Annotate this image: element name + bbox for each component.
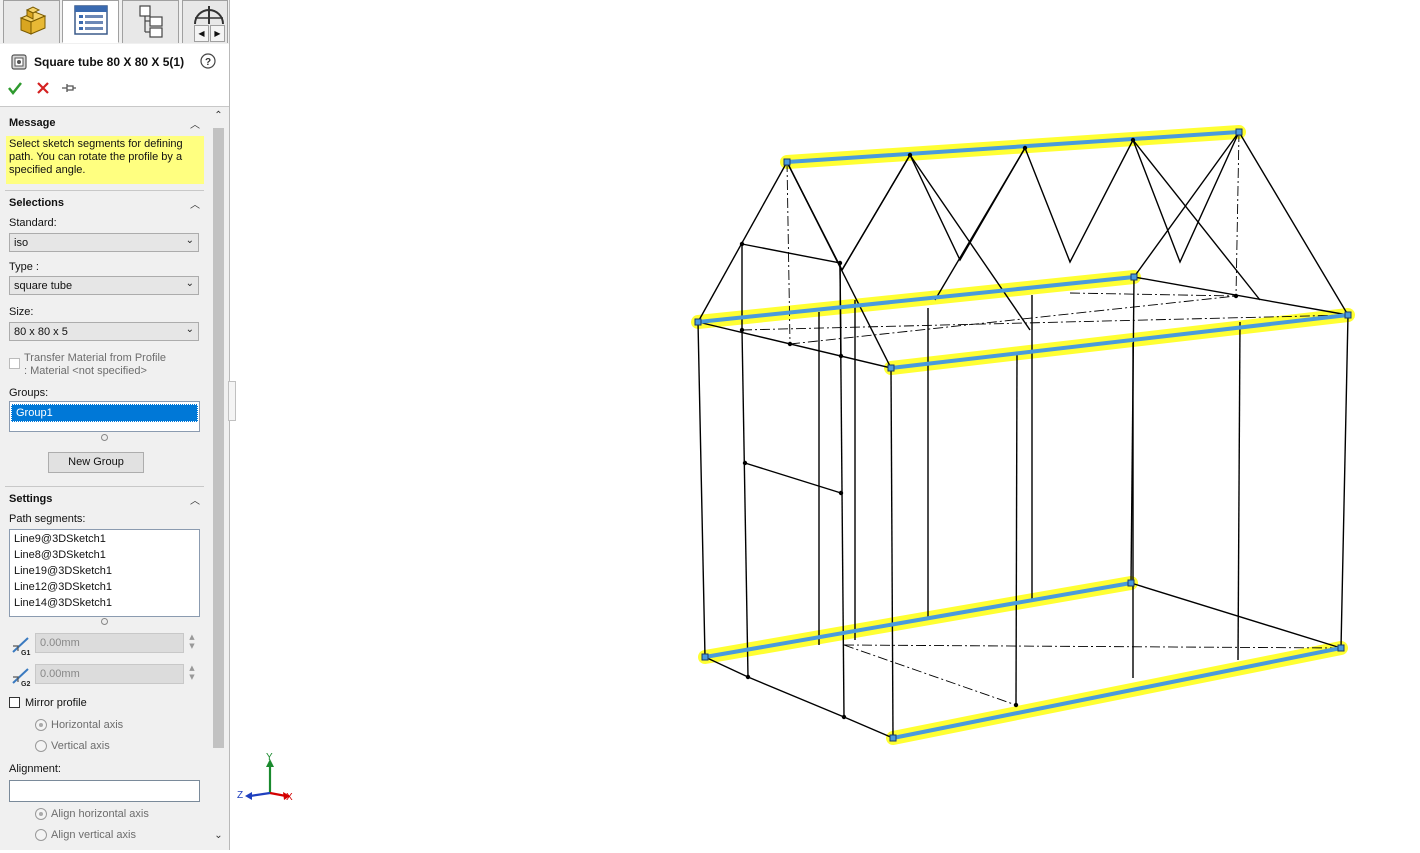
alignment-input[interactable] xyxy=(9,780,200,802)
path-segments-label: Path segments: xyxy=(9,513,86,525)
mirror-profile-checkbox[interactable] xyxy=(9,697,20,708)
align-horizontal-label: Align horizontal axis xyxy=(51,808,149,820)
align-horizontal-radio[interactable] xyxy=(35,808,47,820)
graphics-viewport[interactable]: Y X Z xyxy=(230,0,1420,850)
standard-dropdown[interactable]: iso ⌄ xyxy=(9,233,199,252)
offset-2-input[interactable]: 0.00mm xyxy=(35,664,184,684)
part-icon xyxy=(15,4,49,41)
tab-scroll-left-button[interactable]: ◀ xyxy=(194,25,209,42)
triad-y-label: Y xyxy=(266,752,273,763)
align-vertical-radio[interactable] xyxy=(35,829,47,841)
vertical-axis-label: Vertical axis xyxy=(51,740,110,752)
list-item[interactable]: Line12@3DSketch1 xyxy=(10,579,199,595)
size-dropdown[interactable]: 80 x 80 x 5 ⌄ xyxy=(9,322,199,341)
triad-x-label: X xyxy=(286,792,293,803)
listbox-resize-handle[interactable] xyxy=(101,618,108,625)
tab-scroll-right-button[interactable]: ▶ xyxy=(210,25,225,42)
help-icon[interactable]: ? xyxy=(200,53,216,72)
scrollbar-thumb[interactable] xyxy=(213,128,224,748)
message-group-header[interactable]: Message xyxy=(9,117,55,129)
selections-group-header[interactable]: Selections xyxy=(9,197,64,209)
property-manager-icon xyxy=(73,5,108,38)
coordinate-triad: Y X Z xyxy=(237,752,293,803)
offset-1-input[interactable]: 0.00mm xyxy=(35,633,184,653)
transfer-material-sublabel: : Material <not specified> xyxy=(24,365,147,377)
divider xyxy=(5,486,204,487)
list-item[interactable]: Line8@3DSketch1 xyxy=(10,547,199,563)
size-value: 80 x 80 x 5 xyxy=(14,326,68,338)
svg-text:G1: G1 xyxy=(21,650,30,656)
path-segments-listbox[interactable]: Line9@3DSketch1 Line8@3DSketch1 Line19@3… xyxy=(9,529,200,617)
standard-value: iso xyxy=(14,237,29,249)
tab-configuration-manager[interactable] xyxy=(122,0,179,43)
selected-segments xyxy=(691,125,1355,745)
list-item[interactable]: Line14@3DSketch1 xyxy=(10,595,199,611)
triad-z-label: Z xyxy=(237,790,243,801)
chevron-down-icon: ⌄ xyxy=(185,278,194,289)
offset-g2-icon: G2 xyxy=(10,665,32,690)
chevron-down-icon: ⌄ xyxy=(185,235,194,246)
alignment-label: Alignment: xyxy=(9,763,61,775)
feature-title: Square tube 80 X 80 X 5(1) xyxy=(34,55,185,69)
standard-label: Standard: xyxy=(9,217,57,229)
svg-text:G2: G2 xyxy=(21,681,30,687)
tab-scroll-buttons: ◀ ▶ xyxy=(194,25,226,42)
path-segment-line xyxy=(892,646,1342,740)
list-item[interactable]: Line9@3DSketch1 xyxy=(10,531,199,547)
chevron-down-icon: ⌄ xyxy=(185,324,194,335)
type-dropdown[interactable]: square tube ⌄ xyxy=(9,276,199,295)
collapse-chevron-icon[interactable]: ︿ xyxy=(190,492,200,507)
type-value: square tube xyxy=(14,280,73,292)
type-label: Type : xyxy=(9,261,39,273)
transfer-material-checkbox[interactable] xyxy=(9,358,20,369)
settings-group-header[interactable]: Settings xyxy=(9,493,52,505)
checkmark-icon[interactable] xyxy=(7,80,23,99)
feature-title-bar: Square tube 80 X 80 X 5(1) ? xyxy=(0,44,229,107)
groups-label: Groups: xyxy=(9,387,49,399)
horizontal-axis-label: Horizontal axis xyxy=(51,719,124,731)
path-segment-line xyxy=(890,313,1349,370)
property-scroll-area: Message ︿ Select sketch segments for def… xyxy=(0,107,210,850)
path-segment-line xyxy=(786,130,1240,164)
transfer-material-label: Transfer Material from Profile xyxy=(24,352,167,364)
horizontal-axis-radio[interactable] xyxy=(35,719,47,731)
message-text: Select sketch segments for defining path… xyxy=(6,136,204,184)
offset-1-spinner[interactable]: ▲ ▼ xyxy=(186,633,198,653)
list-item[interactable]: Group1 xyxy=(11,404,198,422)
construction-lines xyxy=(741,131,1349,706)
structural-member-icon xyxy=(10,53,28,74)
align-vertical-label: Align vertical axis xyxy=(51,829,136,841)
vertical-axis-radio[interactable] xyxy=(35,740,47,752)
list-item[interactable]: Line19@3DSketch1 xyxy=(10,563,199,579)
collapse-chevron-icon[interactable]: ︿ xyxy=(190,196,200,211)
path-segment-line xyxy=(697,275,1135,324)
property-manager-panel: ◀ ▶ Square tube 80 X 80 X 5(1) ? Message… xyxy=(0,0,230,850)
scroll-up-button[interactable]: ⌃ xyxy=(210,110,227,126)
collapse-chevron-icon[interactable]: ︿ xyxy=(190,116,200,131)
offset-g1-icon: G1 xyxy=(10,634,32,659)
manager-tabs: ◀ ▶ xyxy=(0,0,229,44)
scroll-down-button[interactable]: ⌄ xyxy=(210,830,227,846)
divider xyxy=(5,190,204,191)
panel-scrollbar[interactable]: ⌃ ⌄ xyxy=(210,110,227,848)
tab-property-manager[interactable] xyxy=(62,0,119,43)
pushpin-icon[interactable] xyxy=(61,81,77,98)
config-manager-icon xyxy=(136,4,166,41)
svg-text:?: ? xyxy=(205,57,211,68)
close-icon[interactable] xyxy=(35,80,51,99)
new-group-button[interactable]: New Group xyxy=(48,452,144,473)
mirror-profile-label: Mirror profile xyxy=(25,697,87,709)
listbox-resize-handle[interactable] xyxy=(101,434,108,441)
offset-2-spinner[interactable]: ▲ ▼ xyxy=(186,664,198,684)
size-label: Size: xyxy=(9,306,34,318)
groups-listbox[interactable]: Group1 xyxy=(9,401,200,432)
tab-feature-manager[interactable] xyxy=(3,0,60,43)
endpoint-handles xyxy=(694,128,1352,742)
sketch-canvas: Y X Z xyxy=(237,125,1355,803)
